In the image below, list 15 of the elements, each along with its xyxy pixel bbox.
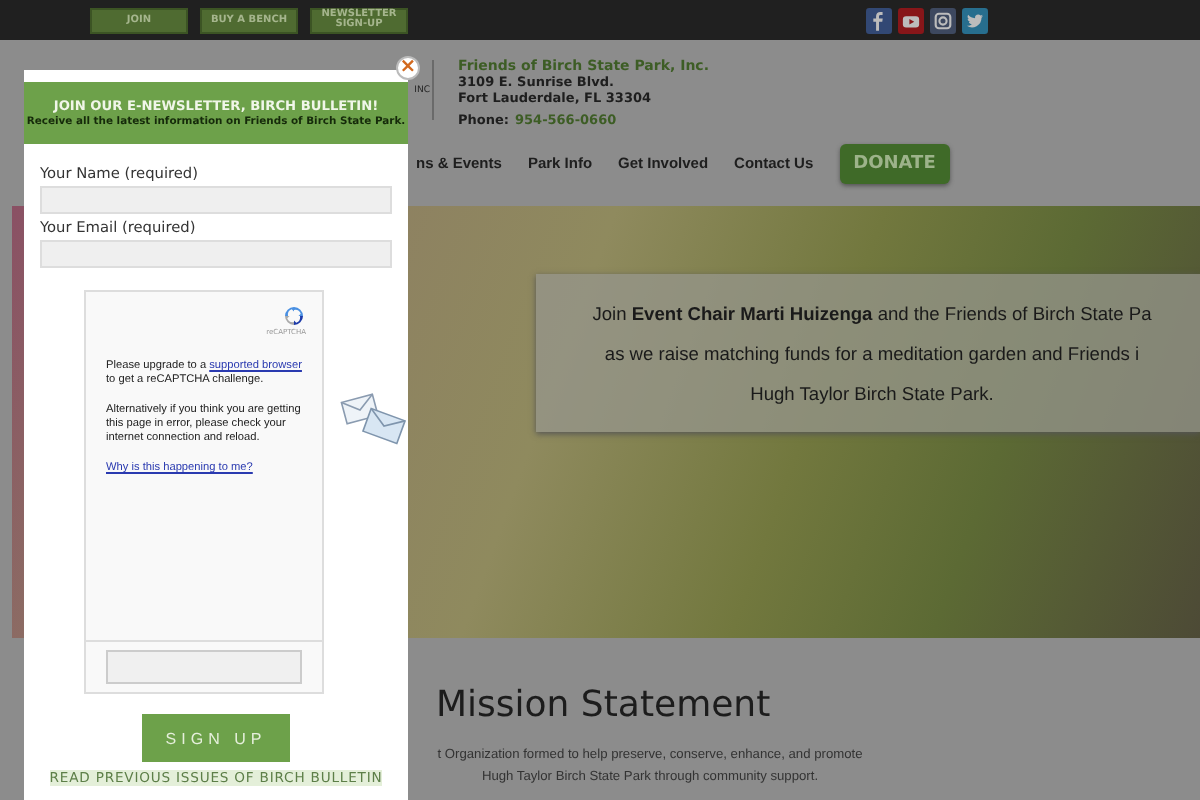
youtube-icon[interactable] [898, 7, 924, 33]
section-heading: Mission Statement [436, 684, 771, 726]
facebook-icon[interactable] [866, 7, 892, 33]
envelopes-icon [340, 390, 408, 446]
bird-icon[interactable] [962, 7, 988, 33]
caption-text: Join Event Chair Marti Huizenga and the Friends of Birch State Pa [592, 301, 1152, 328]
camera-icon[interactable] [930, 7, 956, 33]
input-field[interactable] [40, 240, 392, 268]
recaptcha-icon [282, 304, 306, 328]
caption-text: Hugh Taylor Birch State Park. [750, 381, 994, 408]
donate-button[interactable]: DONATE [839, 143, 950, 183]
sign-up-button[interactable]: SIGN UP [142, 714, 290, 762]
input-field[interactable] [40, 186, 392, 214]
caption-text: as we raise matching funds for a meditation garden and Friends i [604, 341, 1140, 368]
captcha-response-field[interactable] [106, 650, 302, 684]
